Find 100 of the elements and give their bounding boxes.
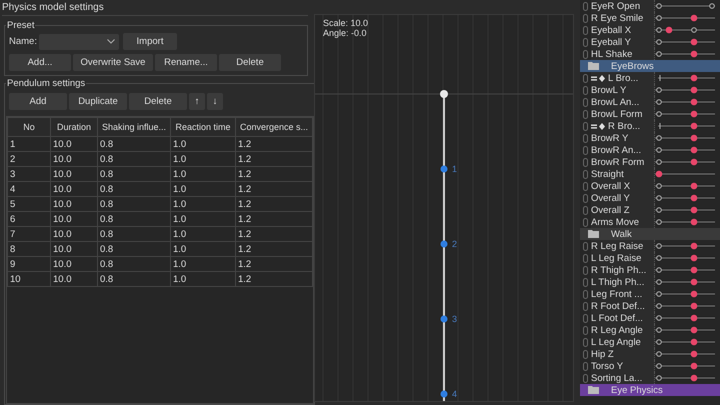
parameter-name[interactable]: Eyeball Y bbox=[591, 36, 655, 48]
folder-icon bbox=[588, 230, 599, 238]
table-cell: 1.2 bbox=[236, 272, 312, 286]
parameter-name[interactable]: R Leg Raise bbox=[591, 240, 655, 252]
parameter-name[interactable]: BrowL An... bbox=[591, 96, 655, 108]
parameter-name[interactable]: Straight bbox=[591, 168, 655, 180]
parameter-name[interactable]: L Foot Def... bbox=[591, 312, 655, 324]
parameter-name[interactable]: Arms Move bbox=[591, 216, 655, 228]
preset-button[interactable]: Rename... bbox=[155, 54, 217, 71]
table-cell: 1.2 bbox=[236, 226, 312, 242]
parameter-name[interactable]: Torso Y bbox=[591, 360, 655, 372]
table-cell: 1.2 bbox=[236, 152, 312, 166]
parameter-name[interactable]: Hip Z bbox=[591, 348, 655, 360]
column-header[interactable]: Shaking influe... bbox=[98, 118, 170, 136]
parameter-name[interactable]: L Leg Angle bbox=[591, 336, 655, 348]
pendulum-node[interactable] bbox=[440, 390, 448, 398]
table-cell: 10 bbox=[8, 272, 50, 286]
table-cell: 0.8 bbox=[98, 166, 170, 182]
folder-row[interactable]: Eye Physics bbox=[580, 384, 720, 396]
pivot-point[interactable] bbox=[440, 90, 448, 98]
table-cell: 10.0 bbox=[50, 272, 98, 286]
table-cell: 10.0 bbox=[50, 136, 98, 152]
parameter-name[interactable]: BrowR An... bbox=[591, 144, 655, 156]
folder-row[interactable]: Walk bbox=[580, 228, 720, 240]
table-cell: 1.2 bbox=[236, 242, 312, 256]
parameter-name[interactable]: Overall Y bbox=[591, 192, 655, 204]
parameter-name[interactable]: L Bro... bbox=[591, 72, 655, 84]
column-header[interactable]: Reaction time bbox=[170, 118, 236, 136]
node-label: 3 bbox=[452, 314, 458, 324]
column-header[interactable]: Convergence s... bbox=[236, 118, 312, 136]
parameter-name[interactable]: Sorting La... bbox=[591, 372, 655, 384]
table-cell: 2 bbox=[8, 152, 50, 166]
pendulum-node[interactable] bbox=[440, 166, 448, 172]
parameter-name[interactable]: R Thigh Ph... bbox=[591, 264, 655, 276]
table-cell: 4 bbox=[8, 182, 50, 196]
table-cell: 0.8 bbox=[98, 272, 170, 286]
import-button[interactable]: Import bbox=[123, 33, 177, 50]
table-cell: 10.0 bbox=[50, 212, 98, 226]
table-cell: 0.8 bbox=[98, 226, 170, 242]
table-cell: 10.0 bbox=[50, 196, 98, 212]
table-cell: 10.0 bbox=[50, 152, 98, 166]
table-cell: 0.8 bbox=[98, 152, 170, 166]
folder-icon bbox=[588, 386, 599, 394]
parameter-name[interactable]: BrowR Y bbox=[591, 132, 655, 144]
parameter-name[interactable]: Overall X bbox=[591, 180, 655, 192]
table-cell: 1.0 bbox=[170, 152, 236, 166]
parameter-name[interactable]: Overall Z bbox=[591, 204, 655, 216]
pendulum-canvas[interactable]: 1 2 3 4 Scale: 10.0 Angle: -0.0 bbox=[314, 14, 574, 402]
group-title: Pendulum settings bbox=[6, 78, 86, 89]
node-label: 4 bbox=[452, 389, 458, 399]
table-cell: 1.2 bbox=[236, 182, 312, 196]
column-header[interactable]: Duration bbox=[50, 118, 98, 136]
group-title: Preset bbox=[6, 20, 36, 31]
table-cell: 1.2 bbox=[236, 256, 312, 272]
pendulum-node[interactable] bbox=[440, 240, 448, 248]
node-label: 1 bbox=[452, 164, 458, 174]
node-label: 2 bbox=[452, 239, 458, 249]
column-header[interactable]: No bbox=[8, 118, 50, 136]
parameter-name[interactable]: BrowL Y bbox=[591, 84, 655, 96]
table-cell: 1 bbox=[8, 136, 50, 152]
table-cell: 1.0 bbox=[170, 242, 236, 256]
parameter-name[interactable]: EyeR Open bbox=[591, 0, 655, 12]
angle-readout: Angle: -0.0 bbox=[323, 28, 368, 38]
table-cell: 1.0 bbox=[170, 256, 236, 272]
table-cell: 1.0 bbox=[170, 196, 236, 212]
pendulum-button[interactable]: ↑ bbox=[189, 93, 205, 110]
pendulum-node[interactable] bbox=[440, 316, 448, 322]
pendulum-button[interactable]: ↓ bbox=[207, 93, 223, 110]
group-icon bbox=[591, 74, 606, 82]
preset-button[interactable]: Delete bbox=[219, 54, 281, 71]
table-cell: 10.0 bbox=[50, 182, 98, 196]
parameter-name[interactable]: R Foot Def... bbox=[591, 300, 655, 312]
scale-readout: Scale: 10.0 bbox=[323, 18, 368, 28]
preset-button[interactable]: Add... bbox=[9, 54, 71, 71]
parameter-name[interactable]: R Bro... bbox=[591, 120, 655, 132]
parameter-name[interactable]: Leg Front ... bbox=[591, 288, 655, 300]
folder-icon bbox=[588, 62, 599, 70]
parameter-name[interactable]: HL Shake bbox=[591, 48, 655, 60]
parameter-name[interactable]: L Thigh Ph... bbox=[591, 276, 655, 288]
parameter-name[interactable]: L Leg Raise bbox=[591, 252, 655, 264]
parameter-name[interactable]: BrowL Form bbox=[591, 108, 655, 120]
parameter-name[interactable]: R Leg Angle bbox=[591, 324, 655, 336]
panel-title: Physics model settings bbox=[2, 0, 308, 16]
parameter-name[interactable]: R Eye Smile bbox=[591, 12, 655, 24]
table-cell: 1.0 bbox=[170, 166, 236, 182]
pendulum-button[interactable]: Delete bbox=[129, 93, 187, 110]
preset-button[interactable]: Overwrite Save bbox=[73, 54, 153, 71]
table-cell: 0.8 bbox=[98, 242, 170, 256]
table-cell: 10.0 bbox=[50, 256, 98, 272]
folder-row[interactable]: EyeBrows bbox=[580, 60, 720, 72]
table-cell: 10.0 bbox=[50, 166, 98, 182]
table-cell: 1.0 bbox=[170, 182, 236, 196]
table-cell: 0.8 bbox=[98, 196, 170, 212]
table-cell: 0.8 bbox=[98, 182, 170, 196]
table-cell: 10.0 bbox=[50, 242, 98, 256]
pendulum-button[interactable]: Duplicate bbox=[69, 93, 127, 110]
parameter-name[interactable]: Eyeball X bbox=[591, 24, 655, 36]
table-cell: 10.0 bbox=[50, 226, 98, 242]
parameter-name[interactable]: BrowR Form bbox=[591, 156, 655, 168]
pendulum-button[interactable]: Add bbox=[9, 93, 67, 110]
